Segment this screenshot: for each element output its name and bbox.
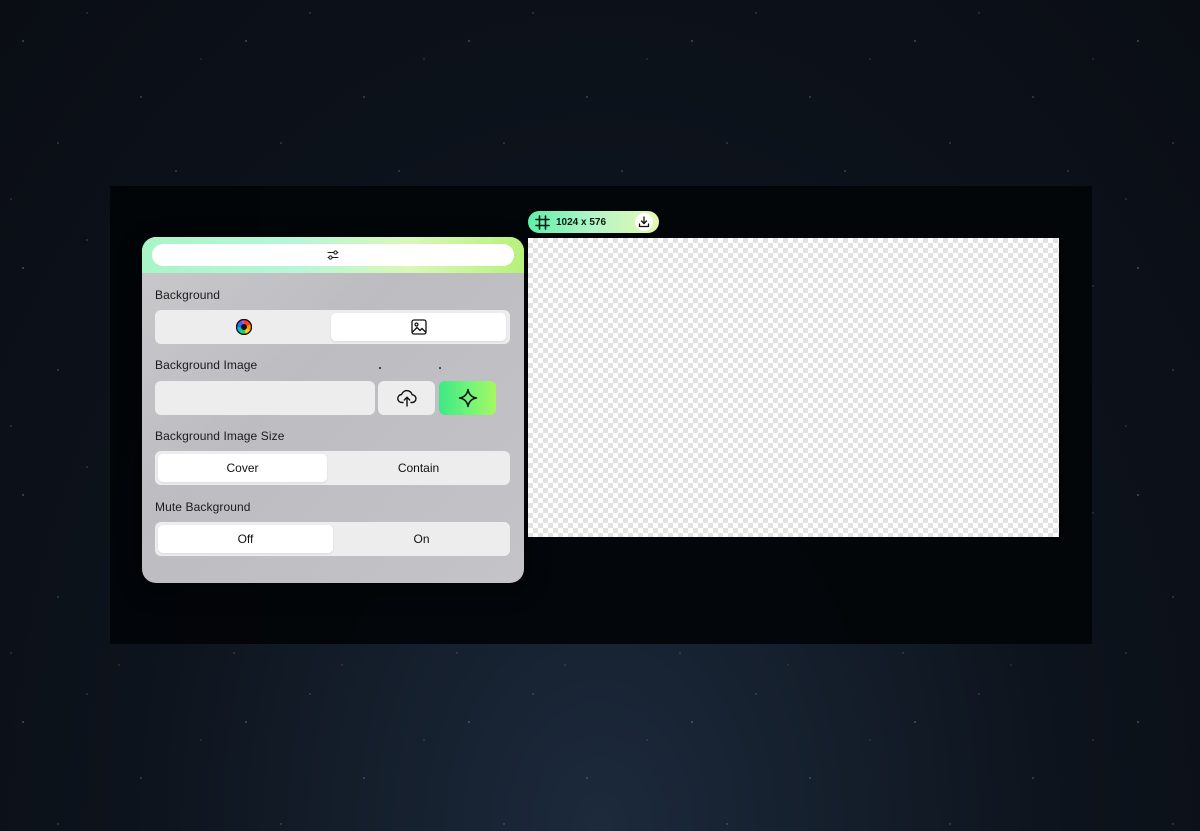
mute-on-option[interactable]: On [336,525,507,553]
background-image-url-input[interactable] [155,381,375,415]
background-type-toggle [155,310,510,344]
sparkle-icon [458,388,478,408]
download-icon [638,216,650,228]
background-image-size-toggle: Cover Contain [155,451,510,485]
background-color-option[interactable] [158,313,330,341]
download-button[interactable] [635,213,653,231]
image-icon [410,319,427,335]
background-settings-panel: Background Background Image Background I… [142,237,524,583]
frame-grid-icon [535,214,550,230]
canvas-preview[interactable] [528,238,1059,537]
decorative-dot [439,367,441,369]
panel-toggle-button[interactable] [152,244,514,266]
panel-header [142,237,524,273]
canvas-size-badge: 1024 x 576 [528,211,659,233]
size-cover-option[interactable]: Cover [158,454,327,482]
background-image-label: Background Image [155,358,258,372]
mute-off-option[interactable]: Off [158,525,333,553]
background-image-size-label: Background Image Size [155,429,285,443]
sliders-icon [327,249,339,261]
canvas-size-label: 1024 x 576 [556,216,607,228]
mute-background-toggle: Off On [155,522,510,556]
generate-image-button[interactable] [439,381,496,415]
background-image-option[interactable] [331,313,506,341]
size-contain-option[interactable]: Contain [330,454,507,482]
cloud-upload-icon [396,389,417,407]
mute-background-label: Mute Background [155,500,251,514]
color-wheel-icon [236,319,252,335]
background-label: Background [155,288,221,302]
upload-image-button[interactable] [378,381,435,415]
decorative-dot [379,367,381,369]
